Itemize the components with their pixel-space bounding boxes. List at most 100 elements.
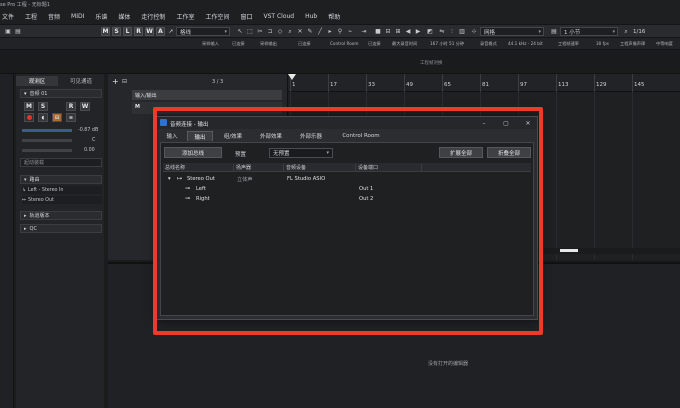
menu-audio[interactable]: 音频 xyxy=(48,12,60,21)
audio-track[interactable]: M xyxy=(132,102,282,114)
write-automation-button[interactable]: W xyxy=(145,27,154,36)
solo-button[interactable]: S xyxy=(38,102,48,111)
volume-row[interactable]: -0.87 dB xyxy=(22,126,102,134)
tab-group-fx[interactable]: 组/效果 xyxy=(217,131,249,141)
freeze-button[interactable]: ⊡ xyxy=(52,113,62,122)
column-speakers[interactable]: 扬声器 xyxy=(233,164,283,171)
expand-all-button[interactable]: 扩展全部 xyxy=(439,147,483,158)
solo-all-button[interactable]: S xyxy=(112,27,121,36)
time-warp-icon[interactable]: ⌁ xyxy=(346,27,354,36)
menu-transport[interactable]: 走行控制 xyxy=(141,12,165,21)
menu-window[interactable]: 窗口 xyxy=(240,12,252,21)
mute-tool-icon[interactable]: ✕ xyxy=(296,27,304,36)
panel-toggle-icon[interactable]: ▣ xyxy=(4,27,12,36)
write-button[interactable]: W xyxy=(80,102,90,111)
close-icon[interactable]: ✕ xyxy=(523,119,533,127)
comp-tool-icon[interactable]: ⚲ xyxy=(336,27,344,36)
project-cursor-icon[interactable] xyxy=(288,74,296,80)
listen-button[interactable]: L xyxy=(123,27,132,36)
panel-toggle-icon[interactable]: ▤ xyxy=(14,27,22,36)
tab-inspector[interactable]: 观测区 xyxy=(16,76,58,86)
track-options-icon[interactable]: ⊟ xyxy=(122,78,127,85)
add-track-icon[interactable]: + xyxy=(112,77,119,86)
nudge-left-icon[interactable]: ◀ xyxy=(404,27,412,36)
output-routing[interactable]: ↦ Stereo Out xyxy=(22,196,102,204)
tab-external-fx[interactable]: 外部效果 xyxy=(253,131,289,141)
nudge-right-icon[interactable]: ▶ xyxy=(414,27,422,36)
snap-mode-dropdown[interactable]: 网格 ▾ xyxy=(480,27,544,36)
mute-button[interactable]: M xyxy=(24,102,34,111)
preset-field[interactable]: 起动装载 xyxy=(20,158,102,167)
input-routing[interactable]: ↳ Left - Stereo In xyxy=(22,186,102,194)
menu-hub[interactable]: Hub xyxy=(305,13,317,20)
preset-dropdown[interactable]: 无预置 ▾ xyxy=(269,148,333,158)
pan-row[interactable]: C xyxy=(22,136,102,144)
range-select-icon[interactable]: ⬚ xyxy=(246,27,254,36)
bus-audio-device[interactable]: FL Studio ASIO xyxy=(287,176,325,182)
track-name-header[interactable]: ▾ 音频 01 xyxy=(20,89,102,98)
table-row[interactable]: ⊸ Left Out 1 xyxy=(163,185,531,194)
track-mute-button[interactable]: M xyxy=(135,104,140,110)
dock-icon[interactable]: ⊞ xyxy=(394,27,402,36)
menu-project[interactable]: 工程 xyxy=(25,12,37,21)
table-row[interactable]: ▾ ↦ Stereo Out 立体声 FL Studio ASIO xyxy=(163,175,531,184)
channel-port[interactable]: Out 2 xyxy=(359,196,373,202)
record-enable-button[interactable] xyxy=(24,113,34,122)
automation-button[interactable]: A xyxy=(156,27,165,36)
menu-studio[interactable]: 工作室 xyxy=(176,12,194,21)
grid-snap-icon[interactable]: ⊹ xyxy=(470,27,478,36)
menu-vst-cloud[interactable]: VST Cloud xyxy=(263,13,294,20)
color-icon[interactable]: ■ xyxy=(374,27,382,36)
quantize-value-field[interactable]: 1/16 xyxy=(630,27,680,36)
line-tool-icon[interactable]: ╱ xyxy=(316,27,324,36)
qc-section[interactable]: ▸ QC xyxy=(20,224,102,233)
link-icon[interactable]: ⊟ xyxy=(384,27,392,36)
dialog-titlebar[interactable]: 音频连接 - 输出 – ▢ ✕ xyxy=(157,117,537,129)
quantize-dropdown[interactable]: 1 小节 ▾ xyxy=(560,27,618,36)
quantize-icon[interactable]: ▤ xyxy=(550,27,558,36)
play-tool-icon[interactable]: ▸ xyxy=(326,27,334,36)
column-audio-device[interactable]: 音频设备 xyxy=(283,164,355,171)
folder-track[interactable]: 输入/输出 xyxy=(132,90,282,100)
zero-crossing-icon[interactable]: ⇋ xyxy=(438,27,446,36)
column-icon[interactable]: ▥ xyxy=(458,27,466,36)
column-device-port[interactable]: 设备端口 xyxy=(355,164,421,171)
scrollbar-thumb[interactable] xyxy=(560,249,578,252)
column-bus-name[interactable]: 总线名称 xyxy=(163,164,233,171)
collapse-all-button[interactable]: 折叠全部 xyxy=(487,147,531,158)
tab-external-instruments[interactable]: 外部乐器 xyxy=(293,131,329,141)
delay-row[interactable]: 0.00 xyxy=(22,146,102,154)
menu-media[interactable]: 媒体 xyxy=(118,12,130,21)
menu-help[interactable]: 帮助 xyxy=(328,12,340,21)
monitor-button[interactable]: ◖ xyxy=(38,113,48,122)
tab-visibility[interactable]: 可见通道 xyxy=(58,76,104,86)
erase-icon[interactable]: ◇ xyxy=(276,27,284,36)
mixer-icon[interactable]: ⫶ xyxy=(448,27,456,36)
tab-inputs[interactable]: 输入 xyxy=(161,131,183,141)
zoom-icon[interactable]: ⌕ xyxy=(286,27,294,36)
read-automation-button[interactable]: R xyxy=(134,27,143,36)
tab-control-room[interactable]: Control Room xyxy=(333,131,389,141)
auto-scroll-icon[interactable]: ⇥ xyxy=(360,27,368,36)
menu-file[interactable]: 文件 xyxy=(2,12,14,21)
mute-all-button[interactable]: M xyxy=(101,27,110,36)
snap-icon[interactable]: ◩ xyxy=(426,27,434,36)
pan-slider[interactable] xyxy=(22,138,72,142)
read-button[interactable]: R xyxy=(66,102,76,111)
lane-button[interactable]: ≡ xyxy=(66,113,76,122)
menu-midi[interactable]: MIDI xyxy=(71,13,84,20)
arrow-icon[interactable]: ➚ xyxy=(167,27,175,36)
minimize-icon[interactable]: – xyxy=(479,119,489,127)
search-icon[interactable]: ⌕ xyxy=(622,27,630,36)
maximize-icon[interactable]: ▢ xyxy=(501,119,511,127)
volume-fader[interactable] xyxy=(22,128,72,132)
glue-icon[interactable]: ⊐ xyxy=(266,27,274,36)
menu-score[interactable]: 乐谱 xyxy=(95,12,107,21)
table-row[interactable]: ⊸ Right Out 2 xyxy=(163,195,531,204)
channel-port[interactable]: Out 1 xyxy=(359,186,373,192)
draw-icon[interactable]: ✎ xyxy=(306,27,314,36)
object-select-icon[interactable]: ↖ xyxy=(236,27,244,36)
add-bus-button[interactable]: 添加总线 xyxy=(164,147,222,158)
delay-slider[interactable] xyxy=(22,148,72,152)
routing-section[interactable]: ▾ 路由 xyxy=(20,175,102,184)
